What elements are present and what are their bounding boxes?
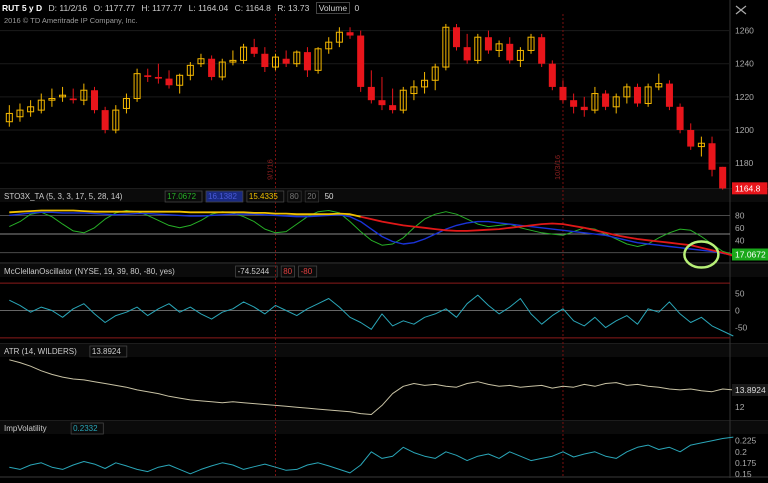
candle-body-down: [357, 35, 365, 87]
price-tick-label: 1260: [735, 26, 754, 36]
close-label: C: 1164.8: [234, 3, 271, 13]
iv-tick-label: 0.175: [735, 458, 757, 468]
atr-line: [9, 359, 734, 415]
atr-last-tag: 13.8924: [735, 385, 766, 395]
atr-tick-label: 12: [735, 402, 745, 412]
candle-body-down: [261, 53, 269, 68]
stoch-tick-label: 60: [735, 223, 745, 233]
mcclellan-tick-label: 0: [735, 306, 740, 316]
candle-body-down: [463, 47, 471, 61]
mcclellan-tick-label: -50: [735, 323, 748, 333]
stoch-avg-line-down: [360, 215, 734, 257]
stoch-header-0: STO3X_TA (5, 3, 3, 17, 5, 28, 14): [4, 192, 123, 201]
stoch-header-5: 20: [307, 192, 316, 201]
date-label: D: 11/2/16: [48, 3, 88, 13]
stoch-last-tag: 17.0672: [735, 250, 766, 260]
stoch-header-1: 17.0672: [167, 192, 196, 201]
candle-body-down: [303, 52, 311, 71]
candle-body-down: [538, 37, 546, 64]
candle-body-down: [452, 27, 461, 48]
stoch-header-4: 80: [290, 192, 299, 201]
low-label: L: 1164.04: [188, 3, 229, 13]
date-marker-label: 10/3/16: [553, 155, 562, 180]
candle-body-down: [602, 93, 610, 107]
candle-body-down: [69, 98, 77, 101]
mcclellan-header-1: -74.5244: [238, 267, 270, 276]
chart-svg: 118012001220124012609/1/1610/3/1611/1/16…: [0, 0, 768, 479]
panel-header-bar: [0, 421, 768, 434]
candle-body-down: [548, 63, 556, 87]
candle-body-down: [559, 86, 567, 101]
candle-body-down: [154, 76, 162, 79]
mcclellan-header-3: -80: [301, 267, 313, 276]
candle-body-down: [506, 43, 514, 61]
chart-stage[interactable]: 118012001220124012609/1/1610/3/1611/1/16…: [0, 0, 768, 479]
volume-label[interactable]: Volume: [315, 2, 351, 14]
stoch-header-3: 15.4335: [249, 192, 278, 201]
volume-value: 0: [354, 3, 360, 13]
main-header: RUT 5 y D D: 11/2/16 O: 1177.77 H: 1177.…: [2, 2, 363, 15]
expand-icon[interactable]: [734, 4, 748, 16]
iv-line: [9, 436, 734, 475]
candle-body-down: [282, 58, 290, 64]
candle-body-down: [687, 130, 695, 147]
last-price-tag: 1164.8: [735, 183, 761, 193]
candle-body-down: [665, 83, 673, 107]
atr-header-0: ATR (14, WILDERS): [4, 347, 77, 356]
highlight-circle: [683, 240, 720, 269]
candle-body-down: [484, 37, 492, 51]
candle-body-down: [208, 58, 216, 77]
high-label: H: 1177.77: [141, 3, 183, 13]
stoch-tick-label: 40: [735, 235, 745, 245]
candle-body-down: [90, 90, 99, 111]
copyright-text: 2016 © TD Ameritrade IP Company, Inc.: [4, 16, 138, 25]
candle-body-down: [708, 143, 716, 170]
stoch-header-2: 16.1382: [208, 192, 237, 201]
symbol-label[interactable]: RUT 5 y D: [2, 3, 42, 13]
candle-body-down: [719, 166, 727, 189]
candle-body-down: [346, 32, 354, 36]
candle-body-down: [101, 110, 109, 130]
candle-body-down: [633, 86, 642, 104]
range-label: R: 13.73: [277, 3, 310, 13]
candle-body-down: [144, 75, 152, 77]
candle-body-down: [250, 47, 258, 54]
mcclellan-header-2: 80: [283, 267, 292, 276]
mcclellan-line: [9, 294, 734, 337]
stoch-k-line: [9, 210, 734, 255]
candle-body-down: [570, 100, 578, 107]
candle-body-down: [676, 106, 684, 130]
iv-tick-label: 0.225: [735, 436, 757, 446]
atr-header-1: 13.8924: [92, 347, 121, 356]
candle-body-down: [165, 78, 173, 86]
iv-tick-label: 0.15: [735, 469, 752, 478]
iv-header-1: 0.2332: [73, 424, 98, 433]
price-tick-label: 1200: [735, 125, 754, 135]
iv-header-0: ImpVolatility: [4, 424, 47, 433]
mcclellan-header-0: McClellanOscillator (NYSE, 19, 39, 80, -…: [4, 267, 175, 276]
price-tick-label: 1240: [735, 59, 754, 69]
price-tick-label: 1180: [735, 158, 754, 168]
candle-body-down: [389, 105, 397, 111]
date-marker-label: 9/1/16: [266, 159, 275, 180]
candle-body-down: [367, 86, 375, 101]
stoch-tick-label: 80: [735, 210, 745, 220]
mcclellan-tick-label: 50: [735, 288, 745, 298]
candle-body-down: [378, 100, 386, 106]
open-label: O: 1177.77: [93, 3, 135, 13]
stoch-header-6: 50: [325, 192, 334, 201]
price-tick-label: 1220: [735, 92, 754, 102]
iv-tick-label: 0.2: [735, 447, 747, 457]
candle-body-down: [580, 106, 588, 111]
